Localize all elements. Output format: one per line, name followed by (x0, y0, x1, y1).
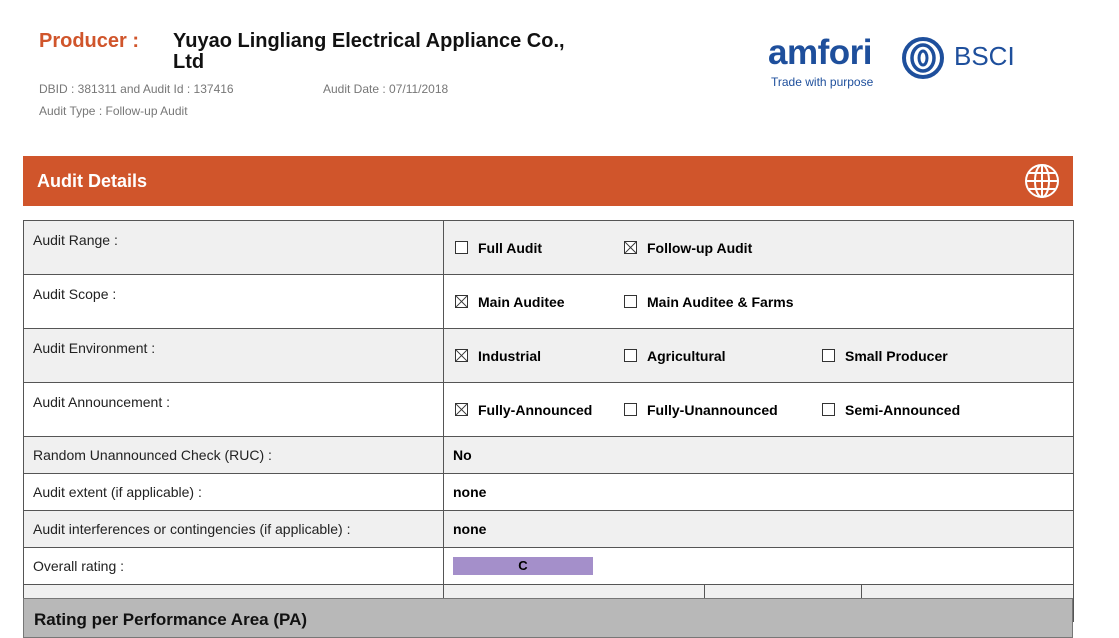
checkbox-small-producer[interactable] (822, 349, 835, 362)
checkbox-full-audit[interactable] (455, 241, 468, 254)
audit-interferences-value: none (442, 510, 1075, 548)
row-audit-environment: Audit Environment : Industrial Agricultu… (23, 328, 1075, 383)
option-full-audit[interactable]: Full Audit (455, 227, 542, 269)
audit-type: Audit Type : Follow-up Audit (39, 104, 188, 118)
audit-interferences-label: Audit interferences or contingencies (if… (23, 510, 444, 548)
option-industrial[interactable]: Industrial (455, 335, 541, 377)
amfori-mark-icon (902, 37, 944, 79)
option-follow-up-audit[interactable]: Follow-up Audit (624, 227, 752, 269)
overall-rating-badge: C (453, 557, 593, 575)
row-audit-announcement: Audit Announcement : Fully-Announced Ful… (23, 382, 1075, 437)
audit-announcement-label: Audit Announcement : (23, 382, 444, 437)
amfori-bsci-logo: amfori BSCI Trade with purpose (768, 34, 1028, 94)
checkbox-main-auditee[interactable] (455, 295, 468, 308)
row-audit-extent: Audit extent (if applicable) : none (23, 473, 1075, 511)
producer-label: Producer : (39, 30, 140, 52)
checkbox-agricultural[interactable] (624, 349, 637, 362)
option-agricultural[interactable]: Agricultural (624, 335, 726, 377)
producer-name: Yuyao Lingliang Electrical Appliance Co.… (173, 30, 565, 73)
checkbox-industrial[interactable] (455, 349, 468, 362)
ruc-value: No (442, 436, 1075, 474)
logo-program: BSCI (954, 41, 1015, 71)
audit-environment-label: Audit Environment : (23, 328, 444, 383)
option-main-auditee-farms[interactable]: Main Auditee & Farms (624, 281, 794, 323)
checkbox-follow-up-audit[interactable] (624, 241, 637, 254)
rating-per-pa-header: Rating per Performance Area (PA) (23, 598, 1073, 638)
globe-icon (1025, 164, 1059, 198)
logo-tagline: Trade with purpose (771, 75, 874, 89)
option-main-auditee[interactable]: Main Auditee (455, 281, 565, 323)
row-audit-interferences: Audit interferences or contingencies (if… (23, 510, 1075, 548)
option-fully-announced[interactable]: Fully-Announced (455, 389, 592, 431)
rating-per-pa-title: Rating per Performance Area (PA) (34, 610, 308, 629)
audit-details-table: Audit Range : Full Audit Follow-up Audit… (23, 220, 1075, 622)
logo-brand: amfori (768, 33, 872, 72)
audit-ids: DBID : 381311 and Audit Id : 137416 (39, 82, 234, 96)
option-semi-announced[interactable]: Semi-Announced (822, 389, 960, 431)
audit-extent-label: Audit extent (if applicable) : (23, 473, 444, 511)
checkbox-main-auditee-farms[interactable] (624, 295, 637, 308)
option-fully-unannounced[interactable]: Fully-Unannounced (624, 389, 778, 431)
audit-range-label: Audit Range : (23, 220, 444, 275)
option-small-producer[interactable]: Small Producer (822, 335, 948, 377)
checkbox-fully-announced[interactable] (455, 403, 468, 416)
audit-date: Audit Date : 07/11/2018 (323, 82, 449, 96)
overall-rating-label: Overall rating : (23, 547, 444, 585)
ruc-label: Random Unannounced Check (RUC) : (23, 436, 444, 474)
row-audit-range: Audit Range : Full Audit Follow-up Audit (23, 220, 1075, 275)
row-ruc: Random Unannounced Check (RUC) : No (23, 436, 1075, 474)
audit-extent-value: none (442, 473, 1075, 511)
audit-scope-label: Audit Scope : (23, 274, 444, 329)
checkbox-fully-unannounced[interactable] (624, 403, 637, 416)
row-overall-rating: Overall rating : C (23, 547, 1075, 585)
section-title: Audit Details (37, 171, 148, 191)
audit-details-banner: Audit Details (23, 156, 1073, 206)
row-audit-scope: Audit Scope : Main Auditee Main Auditee … (23, 274, 1075, 329)
checkbox-semi-announced[interactable] (822, 403, 835, 416)
